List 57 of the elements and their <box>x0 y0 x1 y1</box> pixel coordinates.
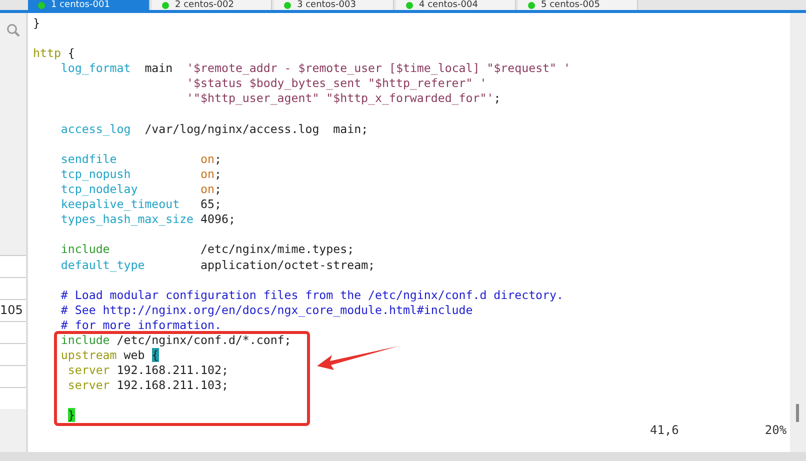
code-comment: # for more information. <box>60 318 222 332</box>
directive-name: tcp_nodelay <box>60 182 138 196</box>
code-text: /etc/nginx/mime.types; <box>200 242 354 256</box>
code-text: ; <box>494 91 501 106</box>
code-text: 192.168.211.102; <box>116 363 228 378</box>
code-comment: # Load modular configuration files from the /etc/nginx/conf.d directory. <box>60 288 564 302</box>
code-text: ; <box>214 152 222 166</box>
code-text: /var/log/nginx/access.log main; <box>144 122 368 136</box>
code-text: web <box>122 348 146 362</box>
session-tab[interactable]: 5 centos-005 <box>518 0 638 10</box>
code-text: } <box>33 16 40 30</box>
cursor-brace: } <box>68 408 75 422</box>
session-tab[interactable]: 1 centos-001 <box>28 0 150 10</box>
include-directive: include <box>60 242 110 256</box>
directive-name: sendfile <box>60 152 117 166</box>
directive-name: access_log <box>60 122 131 136</box>
scrollbar-thumb[interactable] <box>796 404 799 422</box>
scroll-percent: 20% <box>764 422 787 437</box>
session-tab[interactable]: 3 centos-003 <box>274 0 394 10</box>
directive-name: log_format <box>60 61 131 76</box>
directive-value: on <box>200 152 214 166</box>
code-text: /etc/nginx/conf.d/*.conf; <box>116 332 292 347</box>
code-text: main <box>144 61 174 76</box>
tab-label: 5 centos-005 <box>541 0 600 10</box>
block-name: server <box>66 378 110 392</box>
block-name: http <box>33 46 61 60</box>
code-text: 65; <box>200 197 222 212</box>
block-name: upstream <box>60 348 117 362</box>
code-text: ; <box>214 182 222 196</box>
include-directive: include <box>60 332 110 347</box>
format-string: '$status $body_bytes_sent "$http_referer" ' <box>186 76 487 90</box>
matching-brace: { <box>152 348 159 362</box>
block-name: server <box>66 363 110 378</box>
scrollbar[interactable] <box>790 13 806 452</box>
directive-value: on <box>200 182 214 196</box>
directive-name: types_hash_max_size <box>60 212 194 226</box>
format-string: '$remote_addr - $remote_user [$time_local] "$request" ' <box>186 61 570 76</box>
code-comment: # See http://nginx.org/en/docs/ngx_core_module.html#include <box>60 302 473 317</box>
tab-label: 1 centos-001 <box>51 0 110 10</box>
code-text: ; <box>214 166 222 181</box>
directive-name: default_type <box>60 258 145 272</box>
directive-name: tcp_nopush <box>60 166 131 181</box>
code-text: 4096; <box>200 212 236 226</box>
tab-label: 2 centos-002 <box>175 0 234 10</box>
tab-label: 4 centos-004 <box>419 0 478 10</box>
code-text: { <box>66 46 75 60</box>
format-string: '"$http_user_agent" "$http_x_forwarded_for"' <box>186 91 494 106</box>
code-text: 192.168.211.103; <box>116 378 228 392</box>
cursor-position: 41,6 <box>650 422 679 437</box>
code-text: application/octet-stream; <box>200 258 376 272</box>
session-tab[interactable]: 2 centos-002 <box>152 0 272 10</box>
directive-value: on <box>200 166 214 181</box>
directive-name: keepalive_timeout <box>60 197 180 212</box>
tab-label: 3 centos-003 <box>297 0 356 10</box>
search-icon[interactable] <box>6 23 20 37</box>
session-tab[interactable]: 4 centos-004 <box>396 0 516 10</box>
session-id: 105 <box>0 303 23 317</box>
